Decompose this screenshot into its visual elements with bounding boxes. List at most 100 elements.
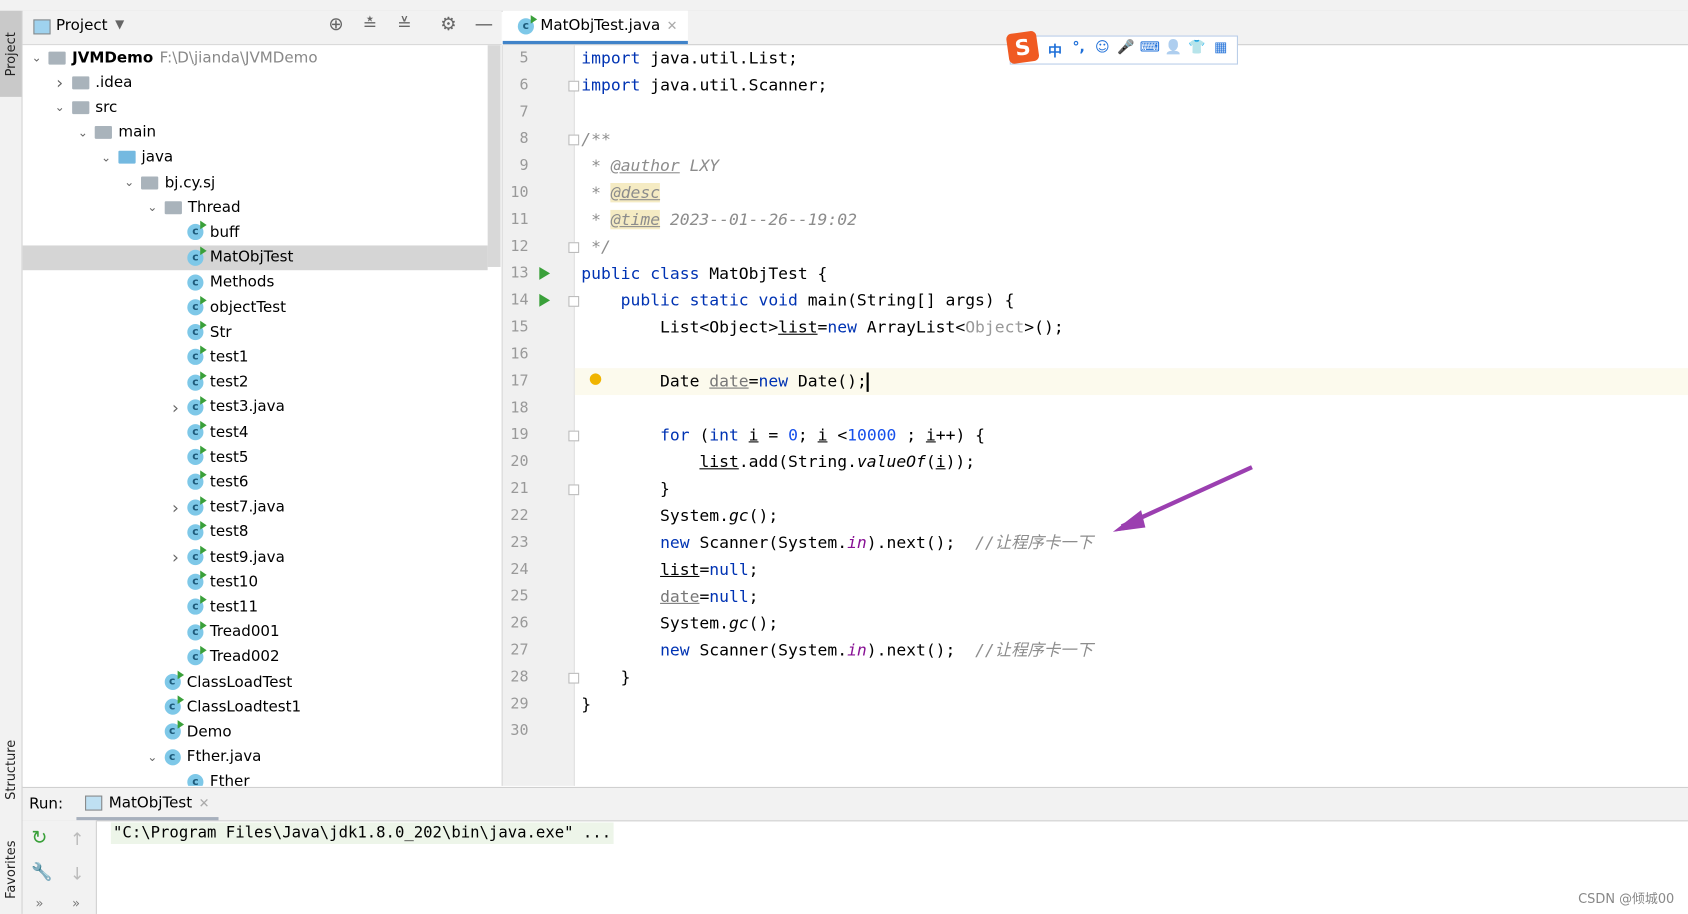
close-icon[interactable]: ✕ bbox=[667, 18, 678, 33]
tree-item[interactable]: c MatObjTest bbox=[22, 245, 488, 270]
code-token: public class bbox=[581, 263, 710, 284]
chevron-right-icon[interactable]: › bbox=[168, 547, 183, 567]
code-token: ; bbox=[797, 425, 818, 445]
tree-item[interactable]: c test2 bbox=[23, 370, 488, 395]
tree-item[interactable]: c Str bbox=[23, 320, 488, 345]
tree-item[interactable]: c test1 bbox=[23, 345, 488, 370]
tree-item[interactable]: c objectTest bbox=[23, 295, 488, 320]
tree-item[interactable]: › c test9.java bbox=[23, 545, 488, 570]
tree-item[interactable]: c ClassLoadTest bbox=[23, 670, 488, 695]
fold-marker-icon[interactable] bbox=[568, 672, 580, 684]
more-icon[interactable]: » bbox=[36, 896, 44, 911]
down-arrow-icon[interactable]: ↓ bbox=[70, 863, 84, 883]
tree-item[interactable]: c test4 bbox=[23, 420, 488, 445]
tree-item[interactable]: c test8 bbox=[23, 520, 488, 545]
tree-item[interactable]: c Tread001 bbox=[23, 620, 488, 645]
tree-item-label: test6 bbox=[209, 473, 249, 491]
chevron-right-icon[interactable]: › bbox=[168, 497, 183, 517]
user-icon[interactable]: 👤 bbox=[1162, 40, 1186, 60]
tab-matobjtest-java[interactable]: c MatObjTest.java ✕ bbox=[502, 10, 689, 45]
tree-item[interactable]: c Tread002 bbox=[23, 645, 488, 670]
keyboard-icon[interactable]: ⌨ bbox=[1138, 40, 1162, 60]
tree-item[interactable]: ⌄ c Fther.java bbox=[23, 745, 488, 770]
chevron-right-icon[interactable]: › bbox=[168, 397, 183, 417]
tree-item[interactable]: ⌄ Thread bbox=[23, 195, 488, 220]
chevron-down-icon[interactable]: ⌄ bbox=[75, 126, 90, 140]
project-view-selector[interactable]: Project bbox=[56, 17, 108, 34]
structure-tool-tab[interactable]: Structure bbox=[0, 721, 22, 818]
line-number: 18 bbox=[510, 399, 529, 417]
more-icon-2[interactable]: » bbox=[72, 896, 80, 911]
java-class-icon: c bbox=[187, 296, 207, 316]
chevron-down-icon[interactable]: ▼ bbox=[115, 17, 124, 31]
tree-item[interactable]: ⌄ JVMDemo F:\D\jianda\JVMDemo bbox=[23, 45, 488, 70]
chevron-down-icon[interactable]: ⌄ bbox=[52, 101, 67, 115]
chevron-right-icon[interactable]: › bbox=[52, 72, 67, 92]
line-number: 11 bbox=[510, 210, 529, 229]
up-arrow-icon[interactable]: ↑ bbox=[70, 829, 84, 849]
code-token: LXY bbox=[679, 156, 720, 176]
chevron-down-icon[interactable]: ⌄ bbox=[122, 175, 137, 189]
tree-item[interactable]: › c test7.java bbox=[23, 495, 488, 520]
project-tool-tab[interactable]: Project bbox=[0, 10, 22, 97]
microphone-icon[interactable]: 🎤 bbox=[1114, 40, 1138, 60]
fold-marker-icon[interactable] bbox=[568, 296, 580, 307]
tree-item[interactable]: › .idea bbox=[23, 70, 488, 95]
code-editor[interactable] bbox=[575, 45, 1688, 786]
tree-scrollbar[interactable] bbox=[487, 45, 501, 267]
run-gutter-icon[interactable] bbox=[539, 266, 551, 280]
gear-icon[interactable]: ⚙ bbox=[440, 14, 456, 36]
code-token: in bbox=[847, 532, 867, 553]
module-icon bbox=[48, 51, 66, 65]
locate-icon[interactable]: ⊕ bbox=[328, 14, 343, 36]
punctuation-icon[interactable]: °, bbox=[1067, 40, 1091, 60]
fold-marker-icon[interactable] bbox=[568, 80, 580, 92]
tree-item[interactable]: c buff bbox=[23, 220, 488, 245]
chevron-down-icon[interactable]: ⌄ bbox=[145, 750, 160, 764]
skin-icon[interactable]: 👕 bbox=[1185, 40, 1209, 60]
rerun-icon[interactable]: ↻ bbox=[31, 827, 47, 850]
tree-item[interactable]: c test10 bbox=[23, 570, 488, 595]
tree-item[interactable]: c test6 bbox=[23, 470, 488, 495]
tree-item[interactable]: c ClassLoadtest1 bbox=[23, 695, 488, 720]
fold-marker-icon[interactable] bbox=[568, 484, 580, 496]
minimize-icon[interactable]: — bbox=[475, 14, 493, 36]
tree-item-label: test11 bbox=[209, 598, 259, 616]
fold-marker-icon[interactable] bbox=[568, 430, 580, 442]
emoji-icon[interactable]: ☺ bbox=[1090, 40, 1114, 60]
tree-item[interactable]: ⌄ src bbox=[23, 95, 488, 120]
apps-icon[interactable]: ▦ bbox=[1209, 40, 1233, 60]
java-class-icon: c bbox=[187, 370, 207, 391]
chinese-mode-icon[interactable]: 中 bbox=[1043, 40, 1067, 60]
code-token: 2023--01--26--19:02 bbox=[660, 209, 857, 230]
tree-item[interactable]: c Methods bbox=[23, 270, 488, 295]
fold-marker-icon[interactable] bbox=[568, 242, 580, 253]
code-token: (); bbox=[748, 505, 779, 526]
chevron-down-icon[interactable]: ⌄ bbox=[29, 51, 44, 65]
chevron-down-icon[interactable]: ⌄ bbox=[98, 150, 113, 164]
code-token: list bbox=[778, 317, 818, 337]
code-token: i bbox=[925, 425, 936, 445]
tree-item[interactable]: ⌄ java bbox=[23, 145, 488, 170]
tree-item[interactable]: › c test3.java bbox=[23, 395, 488, 420]
run-tab-matobjtest[interactable]: MatObjTest ✕ bbox=[76, 788, 219, 821]
module-path: F:\D\jianda\JVMDemo bbox=[159, 48, 318, 67]
java-class-icon: c bbox=[164, 695, 184, 715]
tree-item[interactable]: c Demo bbox=[23, 720, 488, 745]
java-class-icon: c bbox=[187, 445, 207, 466]
tree-item[interactable]: c test5 bbox=[23, 445, 488, 470]
expand-all-icon[interactable]: ≛ bbox=[363, 14, 377, 34]
tree-item[interactable]: c test11 bbox=[23, 595, 488, 620]
close-icon[interactable]: ✕ bbox=[199, 795, 210, 810]
wrench-icon[interactable]: 🔧 bbox=[31, 861, 52, 881]
chevron-down-icon[interactable]: ⌄ bbox=[145, 200, 160, 214]
favorites-tool-tab[interactable]: Favorites bbox=[0, 827, 22, 913]
tree-item[interactable]: c Fther bbox=[23, 769, 488, 786]
run-gutter-icon[interactable] bbox=[539, 293, 551, 307]
code-line: /** bbox=[581, 126, 611, 153]
tree-item[interactable]: ⌄ main bbox=[23, 120, 488, 145]
folder-icon bbox=[71, 76, 89, 90]
tree-item[interactable]: ⌄ bj.cy.sj bbox=[23, 170, 488, 195]
collapse-all-icon[interactable]: ≚ bbox=[397, 14, 411, 34]
fold-marker-icon[interactable] bbox=[568, 134, 580, 146]
